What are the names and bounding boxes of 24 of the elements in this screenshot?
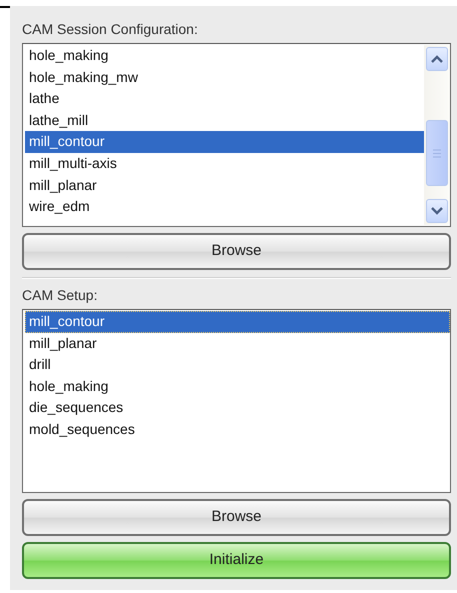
scrollbar-thumb[interactable] — [426, 120, 448, 186]
initialize-button[interactable]: Initialize — [22, 542, 451, 579]
scroll-down-button[interactable] — [426, 199, 448, 223]
list-item[interactable]: die_sequences — [25, 397, 450, 419]
browse-button[interactable]: Browse — [22, 499, 451, 536]
list-item[interactable]: hole_making — [25, 45, 424, 67]
list-label: CAM Session Configuration: — [22, 20, 198, 38]
list-item[interactable]: hole_making_mw — [25, 66, 424, 88]
list-item[interactable]: drill — [25, 354, 450, 376]
list-item[interactable]: lathe — [25, 88, 424, 110]
list-label: CAM Setup: — [22, 286, 98, 304]
list-item[interactable]: mill_planar — [25, 332, 450, 354]
scrollbar[interactable] — [424, 45, 450, 225]
list-item[interactable]: wire_edm — [25, 196, 424, 218]
list-item[interactable]: hole_making — [25, 376, 450, 398]
browse-button[interactable]: Browse — [22, 233, 451, 270]
list-item[interactable]: mold_sequences — [25, 418, 450, 441]
grip-icon — [432, 148, 442, 158]
list-item[interactable]: mill_planar — [25, 174, 424, 196]
list-item[interactable]: mill_multi-axis — [25, 152, 424, 175]
list-item[interactable]: mill_contour — [25, 131, 424, 153]
scroll-up-button[interactable] — [426, 47, 448, 71]
list-item[interactable]: lathe_mill — [25, 110, 424, 132]
list-item[interactable]: mill_contour — [25, 311, 450, 333]
